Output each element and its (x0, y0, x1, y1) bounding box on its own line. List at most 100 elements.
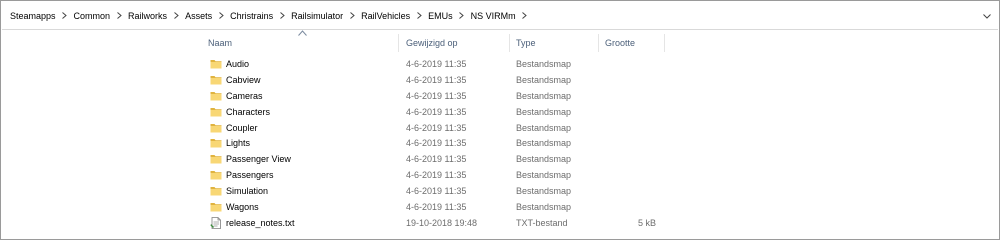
breadcrumb-item[interactable]: NS VIRMm (469, 11, 518, 21)
file-name: Audio (226, 58, 250, 69)
file-modified-date: 4-6-2019 11:35 (406, 74, 467, 85)
folder-icon (210, 90, 222, 102)
breadcrumb-separator[interactable] (412, 12, 426, 19)
breadcrumb-item-label: Common (73, 10, 111, 21)
explorer-window: Steamapps Common Railworks Assets Christrain… (0, 0, 1000, 240)
breadcrumb-item[interactable]: Christrains (228, 11, 275, 21)
file-modified-date: 4-6-2019 11:35 (406, 138, 467, 149)
address-history-dropdown[interactable] (981, 10, 993, 22)
file-modified-date: 4-6-2019 11:35 (406, 201, 467, 212)
file-size: 5 kB (637, 217, 656, 228)
file-name: Passenger View (226, 154, 291, 165)
file-name: Passengers (226, 170, 274, 181)
breadcrumb-separator[interactable] (58, 12, 72, 19)
file-row[interactable]: Lights 4-6-2019 11:35 Bestandsmap (1, 135, 999, 151)
file-modified-date: 4-6-2019 11:35 (406, 122, 467, 133)
breadcrumb-item-label: Railworks (128, 10, 168, 21)
file-row[interactable]: Cabview 4-6-2019 11:35 Bestandsmap (1, 72, 999, 88)
file-type: Bestandsmap (516, 186, 572, 197)
text-file-icon (210, 217, 222, 229)
chevron-right-icon (416, 12, 422, 19)
file-name: release_notes.txt (226, 217, 295, 228)
file-row[interactable]: Characters 4-6-2019 11:35 Bestandsmap (1, 104, 999, 120)
breadcrumb-item-label: NS VIRMm (470, 10, 516, 21)
file-modified-date: 4-6-2019 11:35 (406, 154, 467, 165)
file-type: Bestandsmap (516, 74, 572, 85)
breadcrumb-item[interactable]: Railworks (126, 11, 169, 21)
file-name: Cameras (226, 90, 263, 101)
chevron-right-icon (62, 12, 67, 19)
column-divider[interactable] (509, 34, 510, 52)
folder-icon (210, 74, 222, 86)
column-header-name[interactable]: Naam (208, 31, 232, 55)
file-name: Cabview (226, 74, 261, 85)
breadcrumb-separator[interactable] (345, 12, 359, 19)
file-name: Simulation (226, 186, 269, 197)
chevron-right-icon (218, 12, 224, 19)
folder-icon (210, 122, 222, 134)
file-modified-date: 4-6-2019 11:35 (406, 58, 467, 69)
breadcrumb-item[interactable]: RailVehicles (359, 11, 412, 21)
file-type: Bestandsmap (516, 201, 572, 212)
file-row[interactable]: Passengers 4-6-2019 11:35 Bestandsmap (1, 167, 999, 183)
breadcrumb-item[interactable]: EMUs (426, 11, 455, 21)
breadcrumb-item[interactable]: Assets (183, 11, 214, 21)
column-header-type[interactable]: Type (516, 31, 536, 55)
column-divider[interactable] (398, 34, 399, 52)
column-divider[interactable] (664, 34, 665, 52)
breadcrumb-item[interactable]: Railsimulator (289, 11, 345, 21)
sort-ascending-icon (298, 30, 307, 36)
file-name: Characters (226, 106, 271, 117)
breadcrumb: Steamapps Common Railworks Assets Christrain… (2, 2, 998, 30)
file-row[interactable]: Simulation 4-6-2019 11:35 Bestandsmap (1, 183, 999, 199)
file-name: Lights (226, 138, 251, 149)
chevron-right-icon (349, 12, 355, 19)
file-type: Bestandsmap (516, 58, 572, 69)
folder-icon (210, 58, 222, 70)
file-row[interactable]: release_notes.txt 19-10-2018 19:48 TXT-bes… (1, 215, 999, 231)
file-type: TXT-bestand (516, 217, 568, 228)
folder-icon (210, 185, 222, 197)
file-row[interactable]: Coupler 4-6-2019 11:35 Bestandsmap (1, 120, 999, 136)
file-type: Bestandsmap (516, 170, 572, 181)
breadcrumb-separator[interactable] (112, 12, 126, 19)
folder-icon (210, 201, 222, 213)
file-list: Audio 4-6-2019 11:35 Bestandsmap Cabview 4-6… (1, 56, 999, 231)
file-modified-date: 4-6-2019 11:35 (406, 106, 467, 117)
column-header: Naam Gewijzigd op Type Grootte (1, 30, 999, 55)
file-type: Bestandsmap (516, 122, 572, 133)
breadcrumb-separator[interactable] (455, 12, 469, 19)
file-row[interactable]: Wagons 4-6-2019 11:35 Bestandsmap (1, 199, 999, 215)
chevron-down-icon (983, 13, 991, 19)
file-row[interactable]: Cameras 4-6-2019 11:35 Bestandsmap (1, 88, 999, 104)
breadcrumb-separator[interactable] (275, 12, 289, 19)
breadcrumb-separator[interactable] (214, 12, 228, 19)
folder-icon (210, 137, 222, 149)
folder-icon (210, 169, 222, 181)
breadcrumb-item-label: RailVehicles (361, 10, 411, 21)
file-row[interactable]: Audio 4-6-2019 11:35 Bestandsmap (1, 56, 999, 72)
breadcrumb-separator[interactable] (169, 12, 183, 19)
column-header-date[interactable]: Gewijzigd op (406, 31, 458, 55)
file-modified-date: 4-6-2019 11:35 (406, 90, 467, 101)
breadcrumb-item[interactable]: Steamapps (8, 11, 58, 21)
file-type: Bestandsmap (516, 90, 572, 101)
file-row[interactable]: Passenger View 4-6-2019 11:35 Bestandsmap (1, 151, 999, 167)
chevron-right-icon (116, 12, 122, 19)
chevron-right-icon (279, 12, 285, 19)
breadcrumb-separator[interactable] (518, 12, 532, 19)
file-modified-date: 19-10-2018 19:48 (406, 217, 478, 228)
breadcrumb-item-label: Assets (185, 10, 213, 21)
column-divider[interactable] (598, 34, 599, 52)
chevron-right-icon (522, 12, 527, 19)
file-modified-date: 4-6-2019 11:35 (406, 170, 467, 181)
folder-icon (210, 153, 222, 165)
file-type: Bestandsmap (516, 106, 572, 117)
breadcrumb-item[interactable]: Common (72, 11, 113, 21)
column-header-size[interactable]: Grootte (605, 31, 635, 55)
breadcrumb-item-label: Steamapps (10, 10, 56, 21)
breadcrumb-item-label: Railsimulator (291, 10, 344, 21)
chevron-right-icon (459, 12, 464, 19)
file-modified-date: 4-6-2019 11:35 (406, 186, 467, 197)
file-name: Coupler (226, 122, 258, 133)
